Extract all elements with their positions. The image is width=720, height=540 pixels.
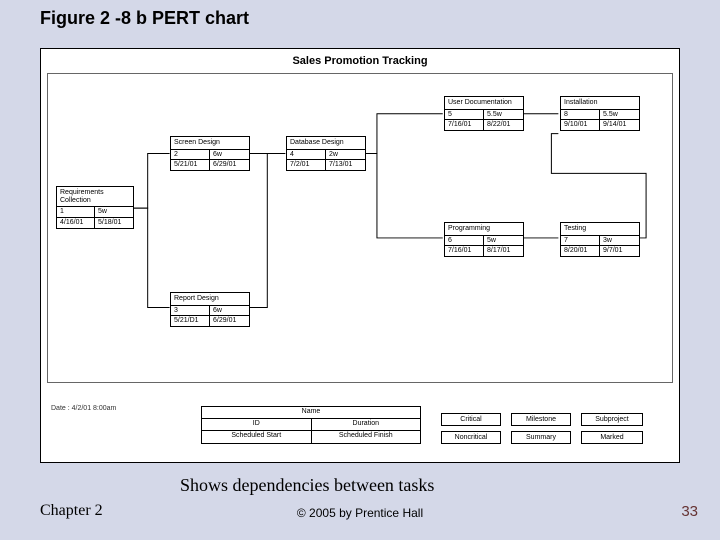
task-requirements: Requirements Collection 15w 4/16/015/18/… xyxy=(56,186,134,229)
legend-subproject: Subproject xyxy=(581,413,643,426)
copyright: © 2005 by Prentice Hall xyxy=(0,506,720,520)
caption: Shows dependencies between tasks xyxy=(180,475,434,496)
task-screen-design: Screen Design 26w 5/21/016/29/01 xyxy=(170,136,250,171)
task-duration: 5w xyxy=(95,207,133,217)
task-duration: 2w xyxy=(326,150,365,160)
task-finish: 6/29/01 xyxy=(210,316,249,326)
task-user-doc: User Documentation 55.5w 7/16/018/22/01 xyxy=(444,96,524,131)
legend-id: ID xyxy=(202,419,312,430)
task-id: 5 xyxy=(445,110,484,120)
chart-title: Sales Promotion Tracking xyxy=(41,55,679,67)
task-duration: 6w xyxy=(210,306,249,316)
task-start: 7/2/01 xyxy=(287,160,326,170)
legend-name-block: Name IDDuration Scheduled StartScheduled… xyxy=(201,406,421,444)
task-start: 8/20/01 xyxy=(561,246,600,256)
task-id: 1 xyxy=(57,207,95,217)
task-name: Requirements Collection xyxy=(57,187,133,207)
task-id: 8 xyxy=(561,110,600,120)
task-duration: 6w xyxy=(210,150,249,160)
legend-finish: Scheduled Finish xyxy=(312,431,421,443)
task-id: 2 xyxy=(171,150,210,160)
task-duration: 3w xyxy=(600,236,639,246)
task-start: 5/21/D1 xyxy=(171,316,210,326)
task-id: 3 xyxy=(171,306,210,316)
task-name: Report Design xyxy=(171,293,249,306)
legend-critical: Critical xyxy=(441,413,501,426)
task-start: 7/16/01 xyxy=(445,120,484,130)
task-name: User Documentation xyxy=(445,97,523,110)
legend-marked: Marked xyxy=(581,431,643,444)
task-finish: 9/14/01 xyxy=(600,120,639,130)
legend-summary: Summary xyxy=(511,431,571,444)
task-name: Database Design xyxy=(287,137,365,150)
task-programming: Programming 65w 7/16/018/17/01 xyxy=(444,222,524,257)
legend-name: Name xyxy=(202,407,420,418)
task-report-design: Report Design 36w 5/21/D16/29/01 xyxy=(170,292,250,327)
task-finish: 7/13/01 xyxy=(326,160,365,170)
task-database-design: Database Design 42w 7/2/017/13/01 xyxy=(286,136,366,171)
task-installation: Installation 85.5w 9/10/019/14/01 xyxy=(560,96,640,131)
chart-canvas: Requirements Collection 15w 4/16/015/18/… xyxy=(47,73,673,383)
legend-milestone: Milestone xyxy=(511,413,571,426)
task-duration: 5w xyxy=(484,236,523,246)
task-finish: 8/17/01 xyxy=(484,246,523,256)
legend-duration: Duration xyxy=(312,419,421,430)
task-finish: 6/29/01 xyxy=(210,160,249,170)
task-finish: 8/22/01 xyxy=(484,120,523,130)
task-duration: 5.5w xyxy=(600,110,639,120)
task-name: Programming xyxy=(445,223,523,236)
legend-noncritical: Noncritical xyxy=(441,431,501,444)
figure-title: Figure 2 -8 b PERT chart xyxy=(40,8,249,29)
task-finish: 9/7/01 xyxy=(600,246,639,256)
task-id: 7 xyxy=(561,236,600,246)
task-name: Testing xyxy=(561,223,639,236)
date-note: Date : 4/2/01 8:00am xyxy=(51,405,116,412)
pert-chart-frame: Sales Promotion Tracking Requirements Co… xyxy=(40,48,680,463)
task-name: Screen Design xyxy=(171,137,249,150)
task-finish: 5/18/01 xyxy=(95,218,133,228)
legend-start: Scheduled Start xyxy=(202,431,312,443)
page-number: 33 xyxy=(681,503,698,520)
task-start: 7/16/01 xyxy=(445,246,484,256)
task-id: 4 xyxy=(287,150,326,160)
task-start: 4/16/01 xyxy=(57,218,95,228)
task-name: Installation xyxy=(561,97,639,110)
task-duration: 5.5w xyxy=(484,110,523,120)
task-id: 6 xyxy=(445,236,484,246)
task-testing: Testing 73w 8/20/019/7/01 xyxy=(560,222,640,257)
task-start: 9/10/01 xyxy=(561,120,600,130)
task-start: 5/21/01 xyxy=(171,160,210,170)
